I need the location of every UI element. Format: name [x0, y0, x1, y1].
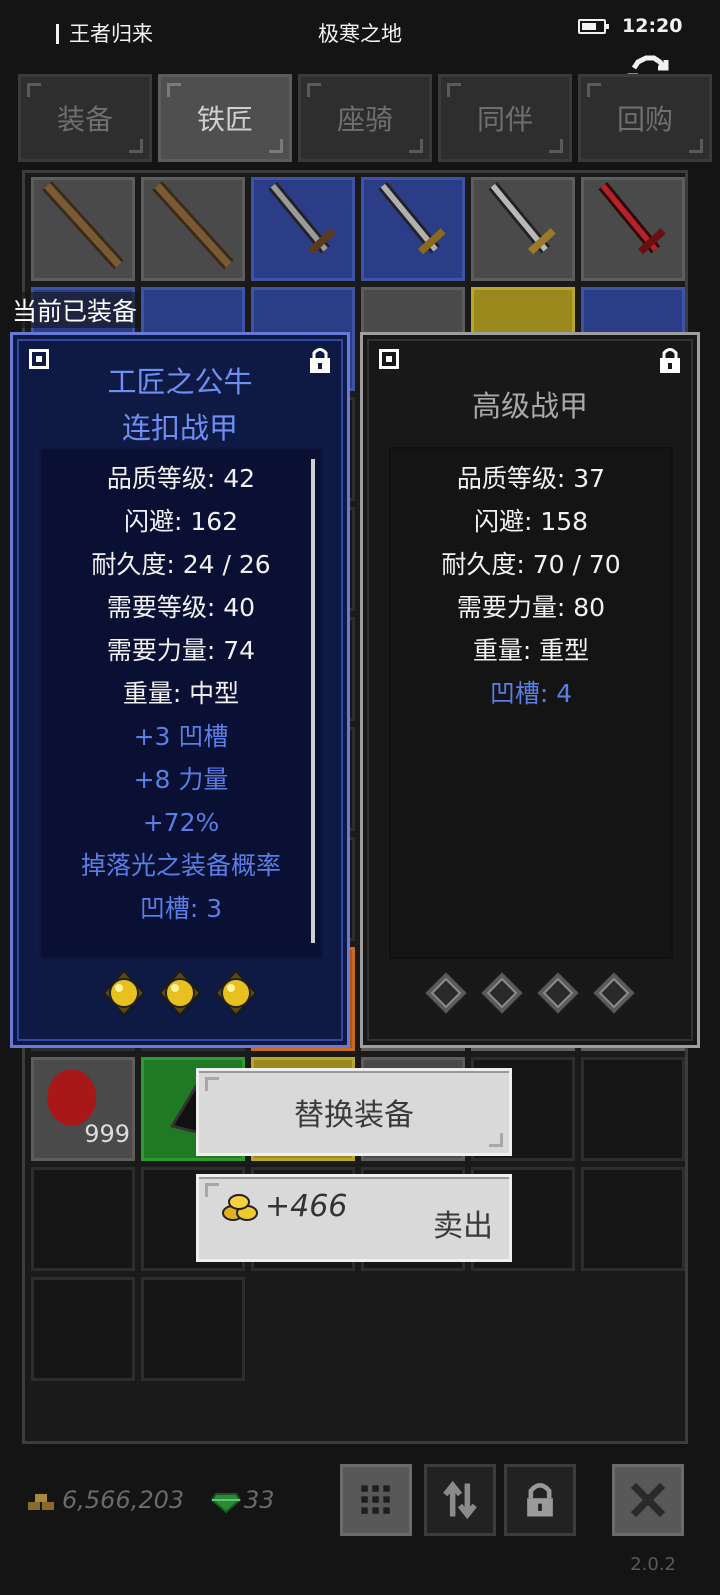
inventory-slot-empty[interactable]: [581, 1167, 685, 1271]
stat-line: 品质等级: 37: [456, 464, 606, 493]
clock: 12:20: [622, 15, 683, 37]
equipped-item-card: 工匠之公牛 连扣战甲 品质等级: 42 闪避: 162 耐久度: 24 / 26 需要…: [10, 332, 350, 1048]
tab-mount[interactable]: 座骑: [298, 74, 432, 162]
stat-list: 品质等级: 37 闪避: 158 耐久度: 70 / 70 需要力量: 80 重量: 重…: [391, 457, 671, 715]
gold-total: 6,566,203: [62, 1486, 185, 1514]
tab-label: 铁匠: [196, 103, 253, 136]
stat-list: 品质等级: 42 闪避: 162 耐久度: 24 / 26 需要等级: 40 需要力量:…: [41, 457, 321, 930]
gold-socket-icon: [158, 969, 202, 1017]
gold-socket-icon: [102, 969, 146, 1017]
sword-icon: [598, 182, 666, 255]
lock-icon[interactable]: [657, 345, 683, 375]
tab-label: 同伴: [476, 103, 533, 136]
battery-icon: [578, 19, 609, 34]
replace-label: 替换装备: [294, 1098, 414, 1133]
sword-icon: [488, 182, 556, 255]
inventory-slot-sword[interactable]: [251, 177, 355, 281]
lock-icon: [527, 1483, 553, 1517]
stack-count: 999: [84, 1120, 130, 1148]
stat-line: 凹槽: 4: [489, 679, 573, 708]
inventory-slot-red-sword[interactable]: [581, 177, 685, 281]
stat-line: 闪避: 158: [473, 507, 589, 536]
close-icon: [630, 1482, 666, 1518]
grid-view-button[interactable]: [340, 1464, 412, 1536]
gem-icon: [210, 1493, 242, 1514]
club-icon: [42, 181, 124, 270]
stat-line: 掉落光之装备概率: [80, 851, 281, 880]
stat-line: 需要等级: 40: [106, 593, 256, 622]
stats-panel: 品质等级: 42 闪避: 162 耐久度: 24 / 26 需要等级: 40 需要力量:…: [39, 447, 323, 959]
stat-line: 需要力量: 74: [106, 636, 256, 665]
tab-label: 座骑: [336, 103, 393, 136]
item-name-line2: 连扣战甲: [121, 411, 238, 445]
inventory-slot-empty[interactable]: [31, 1277, 135, 1381]
grid-icon: [361, 1485, 390, 1514]
sort-button[interactable]: [424, 1464, 496, 1536]
socket-row: [13, 969, 347, 1017]
status-bar: 王者归来 极寒之地 12:20: [0, 0, 720, 62]
club-icon: [152, 181, 234, 270]
sell-price: +466: [265, 1189, 348, 1224]
stat-line: 重量: 中型: [122, 679, 240, 708]
stat-line: 需要力量: 80: [456, 593, 606, 622]
stat-line: +72%: [142, 808, 220, 837]
sell-button[interactable]: +466 卖出: [196, 1174, 512, 1262]
sell-label: 卖出: [433, 1209, 493, 1244]
lock-filter-button[interactable]: [504, 1464, 576, 1536]
tab-buyback[interactable]: 回购: [578, 74, 712, 162]
stat-line: +8 力量: [133, 765, 229, 794]
inventory-slot-club[interactable]: [31, 177, 135, 281]
gold-coins-icon: [222, 1194, 258, 1221]
inventory-slot-club[interactable]: [141, 177, 245, 281]
gold-socket-icon: [214, 969, 258, 1017]
zone-name: 极寒之地: [318, 22, 402, 46]
gold-icon: [28, 1494, 54, 1510]
stats-panel: 品质等级: 37 闪避: 158 耐久度: 70 / 70 需要力量: 80 重量: 重…: [389, 447, 673, 959]
socket-row: [363, 969, 697, 1017]
stat-line: +3 凹槽: [133, 722, 229, 751]
stat-line: 品质等级: 42: [106, 464, 256, 493]
stat-line: 凹槽: 3: [139, 894, 223, 923]
inventory-slot-sword[interactable]: [361, 177, 465, 281]
stat-line: 耐久度: 24 / 26: [91, 550, 271, 579]
sort-arrows-icon: [443, 1480, 477, 1520]
empty-socket-icon: [422, 969, 470, 1017]
close-button[interactable]: [612, 1464, 684, 1536]
sword-icon: [268, 182, 336, 255]
select-icon[interactable]: [379, 349, 399, 369]
inventory-slot-empty[interactable]: [581, 1057, 685, 1161]
compare-item-card: 高级战甲 品质等级: 37 闪避: 158 耐久度: 70 / 70 需要力量: 80…: [360, 332, 700, 1048]
equipped-section-title: 当前已装备: [8, 292, 142, 328]
tab-equipment[interactable]: 装备: [18, 74, 152, 162]
gem-total: 33: [244, 1486, 275, 1514]
replace-equipment-button[interactable]: 替换装备: [196, 1068, 512, 1156]
item-name-line1: 工匠之公牛: [107, 365, 253, 399]
tab-bar: 装备 铁匠 座骑 同伴 回购: [18, 74, 712, 162]
stat-line: 闪避: 162: [123, 507, 239, 536]
inventory-slot-stack[interactable]: 999: [31, 1057, 135, 1161]
stats-scrollbar[interactable]: [311, 459, 315, 943]
stat-line: 重量: 重型: [472, 636, 590, 665]
empty-socket-icon: [590, 969, 638, 1017]
empty-socket-icon: [478, 969, 526, 1017]
item-name: 高级战甲: [471, 389, 588, 423]
tab-label: 装备: [56, 103, 113, 136]
tab-label: 回购: [616, 103, 673, 136]
sword-icon: [378, 182, 446, 255]
inventory-slot-empty[interactable]: [141, 1277, 245, 1381]
tab-blacksmith[interactable]: 铁匠: [158, 74, 292, 162]
tab-companion[interactable]: 同伴: [438, 74, 572, 162]
empty-socket-icon: [534, 969, 582, 1017]
inventory-slot-sword[interactable]: [471, 177, 575, 281]
stat-line: 耐久度: 70 / 70: [441, 550, 621, 579]
inventory-slot-empty[interactable]: [31, 1167, 135, 1271]
version-label: 2.0.2: [630, 1554, 676, 1575]
